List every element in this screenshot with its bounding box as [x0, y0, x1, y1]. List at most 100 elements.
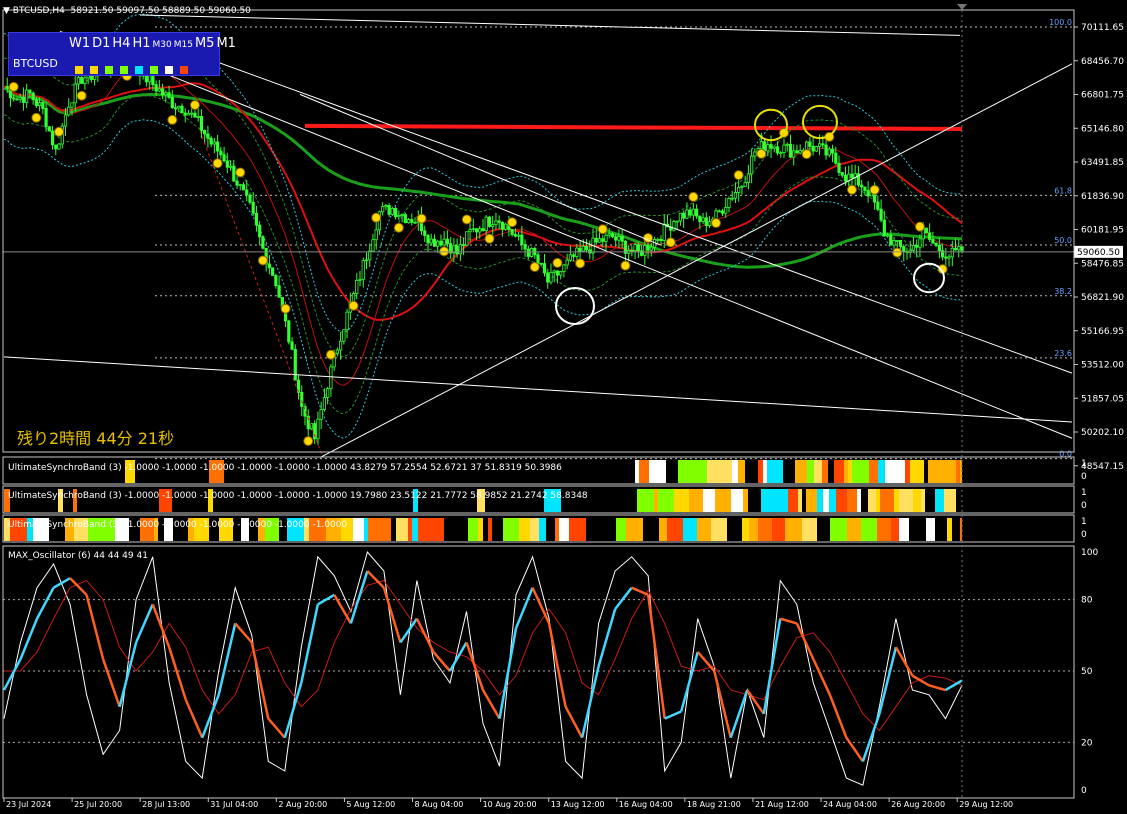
band-cell: [783, 460, 787, 483]
candle-body: [364, 259, 369, 262]
candle-body: [199, 115, 204, 131]
candle-body: [834, 152, 838, 164]
candle-body: [484, 216, 488, 232]
candle-body: [578, 247, 582, 252]
timeframe-dot: [90, 66, 98, 74]
band-cell: [743, 489, 748, 512]
candle-body: [714, 210, 718, 220]
chart-canvas[interactable]: 100.061.850.038.223.60.059060.50 70111.6…: [0, 0, 1127, 810]
price-tick-label: 65146.80: [1081, 124, 1124, 134]
candle-body: [950, 247, 954, 258]
candle-body: [170, 96, 174, 109]
candle-body: [850, 173, 854, 178]
band-cell: [539, 518, 546, 541]
candle-body: [271, 267, 275, 276]
time-tick-label: 16 Aug 04:00: [619, 800, 673, 809]
band-cell: [396, 518, 408, 541]
candle-body: [817, 143, 822, 147]
band-cell: [763, 460, 767, 483]
candle-body: [219, 150, 223, 156]
band-cell: [836, 489, 847, 512]
candle-body: [293, 348, 297, 381]
candle-body: [436, 240, 440, 247]
band-cell: [478, 518, 483, 541]
band-cell: [893, 460, 905, 483]
usb3-label: UltimateSynchroBand (3) -1.0000 -1.0000 …: [8, 520, 348, 530]
band-cell: [761, 489, 773, 512]
candle-body: [63, 114, 68, 127]
last-price-label: 59060.50: [1077, 248, 1120, 258]
band-cell: [926, 518, 935, 541]
candle-body: [57, 143, 61, 150]
candle-body: [38, 102, 42, 106]
price-tick-label: 60181.95: [1081, 226, 1124, 236]
signal-marker: [393, 222, 404, 233]
candle-body: [785, 143, 789, 146]
candle-body: [160, 88, 165, 96]
candle-body: [772, 146, 776, 149]
signal-marker: [280, 303, 291, 314]
candle-body: [662, 223, 666, 241]
candle-body: [678, 212, 683, 222]
candle-body: [889, 234, 893, 246]
signal-marker: [371, 212, 382, 223]
candle-body: [704, 217, 708, 227]
candle-body: [811, 145, 815, 152]
candle-body: [753, 151, 757, 157]
candle-body: [759, 141, 763, 149]
band-cell: [935, 518, 947, 541]
band-cell: [503, 518, 519, 541]
band-tick-label: 0: [1081, 472, 1087, 482]
candle-body: [245, 189, 249, 196]
band-cell: [944, 489, 956, 512]
band-cell: [828, 460, 834, 483]
candle-body: [740, 185, 744, 188]
candle-body: [186, 113, 191, 116]
time-tick-label: 24 Aug 04:00: [823, 800, 877, 809]
band-cell: [817, 518, 830, 541]
candle-body: [316, 418, 320, 440]
band-cell: [580, 460, 590, 483]
fib-level-label: 61.8: [1054, 186, 1072, 195]
candle-body: [542, 263, 547, 274]
candle-body: [885, 234, 890, 237]
oscillator-label: MAX_Oscillator (6) 44 44 49 41: [8, 551, 148, 561]
band-cell: [703, 489, 715, 512]
time-tick-label: 28 Jul 13:00: [142, 800, 190, 809]
candle-body: [83, 77, 87, 84]
band-cell: [806, 489, 817, 512]
candle-body: [426, 235, 430, 244]
remaining-time: 残り2時間 44分 21秒: [17, 429, 175, 448]
band-cell: [620, 460, 635, 483]
candle-body: [607, 233, 611, 236]
band-cell: [945, 460, 956, 483]
signal-marker: [756, 148, 767, 159]
candle-body: [468, 229, 472, 233]
candle-body: [510, 229, 514, 235]
band-cell: [555, 518, 559, 541]
candle-body: [177, 105, 181, 109]
band-cell: [412, 518, 418, 541]
signal-marker: [303, 436, 314, 447]
band-cell: [711, 518, 727, 541]
band-cell: [569, 518, 586, 541]
candle-body: [646, 245, 650, 251]
candle-body: [779, 152, 783, 154]
band-cell: [903, 518, 909, 541]
candle-body: [358, 278, 362, 281]
band-cell: [626, 518, 643, 541]
band-cell: [924, 460, 928, 483]
candle-body: [251, 201, 255, 214]
candle-body: [860, 184, 864, 188]
candle-body: [342, 329, 346, 342]
band-cell: [848, 460, 852, 483]
candle-body: [196, 115, 200, 118]
candle-body: [539, 262, 543, 265]
candle-body: [827, 148, 831, 156]
band-cell: [876, 489, 880, 512]
candle-body: [277, 285, 281, 298]
band-cell: [718, 460, 732, 483]
candle-body: [491, 224, 495, 227]
price-tick-label: 48547.15: [1081, 462, 1124, 472]
candle-body: [180, 105, 184, 114]
